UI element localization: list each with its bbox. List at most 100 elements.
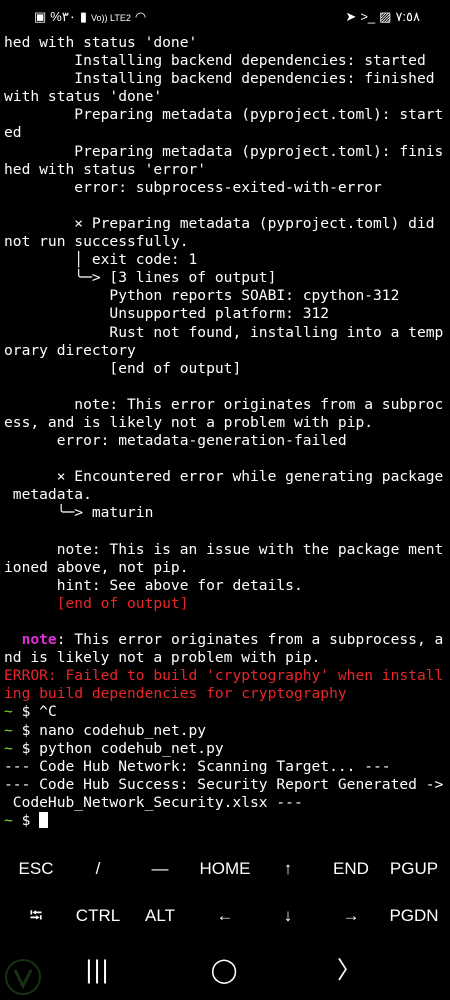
terminal-line: × Preparing metadata (pyproject.toml) di… — [4, 215, 446, 233]
terminal-line: note: This error originates from a subpr… — [4, 396, 446, 414]
terminal-line: with status 'done' — [4, 88, 446, 106]
terminal-line: ~ $ ^C — [4, 703, 446, 721]
terminal-text: ioned above, not pip. — [4, 558, 189, 576]
terminal-text: note — [21, 631, 57, 649]
terminal-line: Preparing metadata (pyproject.toml): sta… — [4, 106, 446, 124]
terminal-text: hint: See above for details. — [4, 576, 303, 594]
terminal-text: Installing backend dependencies: finishe… — [4, 70, 435, 88]
prompt-path: ~ — [4, 721, 13, 739]
terminal-line: ing build dependencies for cryptography — [4, 685, 446, 703]
terminal-text: with status 'done' — [4, 88, 163, 106]
extra-keys-row-1: ESC / — HOME ↑ END PGUP — [0, 846, 450, 892]
terminal-line: nd is likely not a problem with pip. — [4, 649, 446, 667]
terminal-text: ERROR: Failed to build 'cryptography' wh… — [4, 667, 444, 685]
key-symbol-4[interactable]: ↑ — [256, 846, 320, 892]
terminal-line: note: This error originates from a subpr… — [4, 631, 446, 649]
watermark-logo-icon — [5, 959, 41, 995]
terminal-output[interactable]: hed with status 'done' Installing backen… — [4, 34, 446, 834]
terminal-line: ~ $ — [4, 812, 446, 830]
status-bar-left: ▣ %٣٠ ▮ Vo)) LTE2 ◠ — [30, 9, 146, 25]
terminal-line: ╰─> [3 lines of output] — [4, 269, 446, 287]
terminal-line: Installing backend dependencies: started — [4, 52, 446, 70]
terminal-line: error: subprocess-exited-with-error — [4, 179, 446, 197]
terminal-text: not run successfully. — [4, 233, 189, 251]
key-symbol-2[interactable]: — — [128, 846, 192, 892]
terminal-line: Unsupported platform: 312 — [4, 305, 446, 323]
terminal-text: ed — [4, 124, 22, 142]
terminal-text: CodeHub_Network_Security.xlsx --- — [4, 793, 303, 811]
terminal-line: Installing backend dependencies: finishe… — [4, 70, 446, 88]
terminal-line: [end of output] — [4, 360, 446, 378]
key-symbol-3[interactable]: ← — [193, 893, 257, 939]
terminal-text: nd is likely not a problem with pip. — [4, 649, 321, 667]
gallery-icon: ▨ — [379, 9, 392, 24]
key-pgdn[interactable]: PGDN — [382, 893, 446, 939]
key-alt[interactable]: ALT — [128, 893, 192, 939]
terminal-line: Rust not found, installing into a temp — [4, 324, 446, 342]
terminal-line: --- Code Hub Success: Security Report Ge… — [4, 776, 446, 794]
terminal-text: │ exit code: 1 — [4, 251, 198, 269]
terminal-line: metadata. — [4, 486, 446, 504]
terminal-text: $ — [12, 812, 40, 830]
terminal-text: ╰─> maturin — [4, 504, 154, 522]
terminal-text: note: This error originates from a subpr… — [4, 395, 444, 413]
wifi-icon: ◠ — [134, 9, 147, 24]
key-symbol-5[interactable]: → — [319, 893, 383, 939]
terminal-text: error: subprocess-exited-with-error — [4, 178, 382, 196]
terminal-text: Preparing metadata (pyproject.toml): fin… — [4, 142, 444, 160]
terminal-text: [end of output] — [4, 594, 189, 612]
terminal-text: × Encountered error while generating pac… — [4, 468, 444, 486]
terminal-text: metadata. — [4, 486, 92, 504]
terminal-line: Python reports SOABI: cpython-312 — [4, 287, 446, 305]
prompt-path: ~ — [4, 812, 13, 830]
terminal-text: ess, and is likely not a problem with pi… — [4, 413, 374, 431]
terminal-text: --- Code Hub Success: Security Report Ge… — [4, 775, 444, 793]
clock: ٧:٥٨ — [395, 9, 420, 24]
terminal-line: hint: See above for details. — [4, 577, 446, 595]
key-symbol-0[interactable]: ⭾ — [4, 893, 68, 939]
key-home[interactable]: HOME — [193, 846, 257, 892]
terminal-line: ERROR: Failed to build 'cryptography' wh… — [4, 667, 446, 685]
terminal-text: $ nano codehub_net.py — [12, 721, 207, 739]
terminal-text: hed with status 'error' — [4, 160, 207, 178]
terminal-text: Python reports SOABI: cpython-312 — [4, 287, 400, 305]
terminal-line: Preparing metadata (pyproject.toml): fin… — [4, 143, 446, 161]
terminal-line: not run successfully. — [4, 233, 446, 251]
status-bar-right: ➤ >_ ▨ ٧:٥٨ — [341, 9, 420, 25]
terminal-text: : This error originates from a subproces… — [56, 631, 444, 649]
key-symbol-4[interactable]: ↓ — [256, 893, 320, 939]
terminal-text: $ ^C — [12, 703, 57, 721]
terminal-cursor — [39, 812, 49, 829]
key-esc[interactable]: ESC — [4, 846, 68, 892]
key-pgup[interactable]: PGUP — [382, 846, 446, 892]
terminal-text: note: This is an issue with the package … — [4, 540, 444, 558]
back-icon[interactable]: 〉 — [319, 950, 379, 990]
key-symbol-1[interactable]: / — [66, 846, 130, 892]
prompt-path: ~ — [4, 739, 13, 757]
terminal-text: orary directory — [4, 341, 136, 359]
terminal-line: error: metadata-generation-failed — [4, 432, 446, 450]
send-icon: ➤ — [345, 9, 357, 24]
terminal-line: ioned above, not pip. — [4, 559, 446, 577]
terminal-line: ~ $ python codehub_net.py — [4, 740, 446, 758]
terminal-text: --- Code Hub Network: Scanning Target...… — [4, 757, 391, 775]
extra-keys-row-2: ⭾ CTRL ALT ← ↓ → PGDN — [0, 893, 450, 939]
terminal-line: ess, and is likely not a problem with pi… — [4, 414, 446, 432]
terminal-text: Preparing metadata (pyproject.toml): sta… — [4, 106, 444, 124]
terminal-text: × Preparing metadata (pyproject.toml) di… — [4, 214, 435, 232]
notification-icon: ▣ — [34, 9, 47, 24]
terminal-text: $ python codehub_net.py — [12, 739, 224, 757]
key-ctrl[interactable]: CTRL — [66, 893, 130, 939]
terminal-line: CodeHub_Network_Security.xlsx --- — [4, 794, 446, 812]
terminal-line: hed with status 'done' — [4, 34, 446, 52]
terminal-text: error: metadata-generation-failed — [4, 432, 347, 450]
terminal-line: [end of output] — [4, 595, 446, 613]
home-icon[interactable]: ◯ — [194, 950, 254, 990]
key-end[interactable]: END — [319, 846, 383, 892]
terminal-line: × Encountered error while generating pac… — [4, 468, 446, 486]
recents-icon[interactable]: ||| — [67, 950, 127, 990]
terminal-line: ~ $ nano codehub_net.py — [4, 722, 446, 740]
